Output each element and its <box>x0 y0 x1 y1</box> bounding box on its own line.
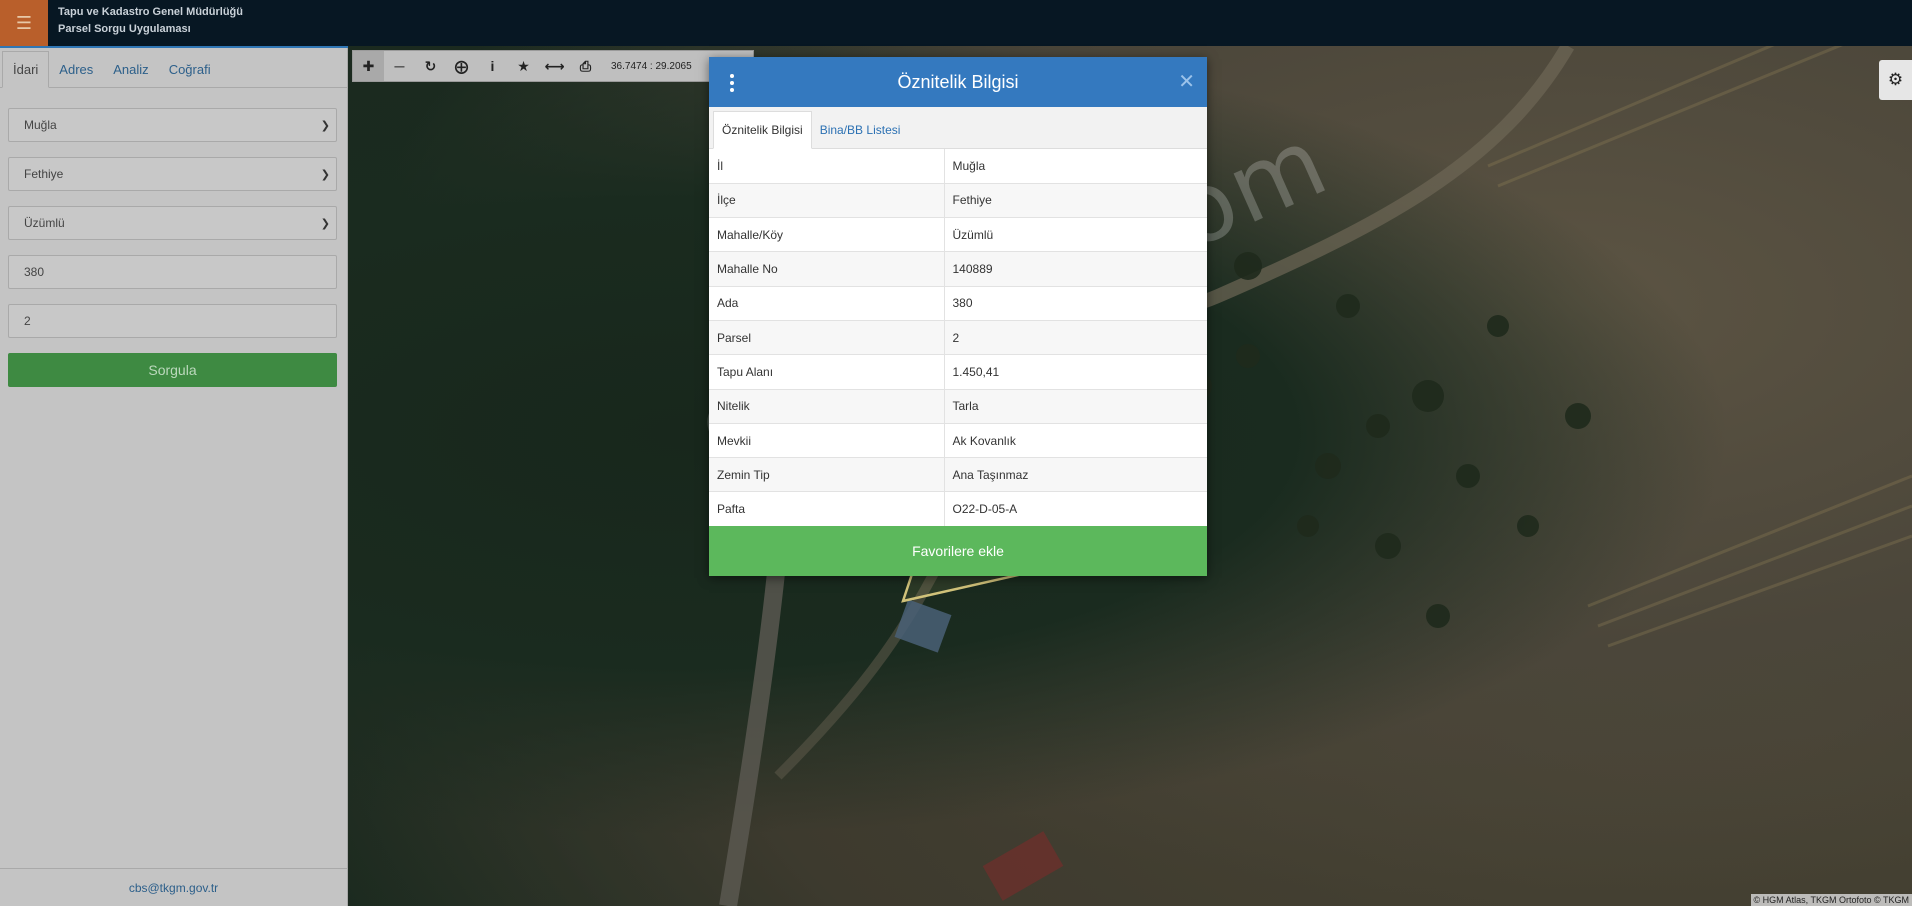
panel-tabs: İdari Adres Analiz Coğrafi <box>0 48 347 88</box>
ada-input-value: 380 <box>24 265 45 279</box>
query-panel: İdari Adres Analiz Coğrafi Muğla ❯ Fethi… <box>0 48 348 906</box>
app-title-line2: Parsel Sorgu Uygulaması <box>58 23 191 35</box>
more-options-icon[interactable] <box>729 72 735 93</box>
table-row: Nitelik Tarla <box>709 389 1207 424</box>
table-row: İlçe Fethiye <box>709 183 1207 219</box>
table-row: Pafta O22-D-05-A <box>709 491 1207 527</box>
crosshair-icon: ⨁ <box>454 57 469 74</box>
print-icon: ⎙ <box>579 57 592 74</box>
table-row: İl Muğla <box>709 149 1207 184</box>
print-button[interactable]: ⎙ <box>570 51 601 81</box>
attr-key: Ada <box>709 286 945 321</box>
mahalle-select-value: Üzümlü <box>24 216 65 230</box>
contact-email-link[interactable]: cbs@tkgm.gov.tr <box>0 868 347 906</box>
chevron-down-icon: ❯ <box>320 218 330 230</box>
table-row: Tapu Alanı 1.450,41 <box>709 354 1207 390</box>
tab-analiz[interactable]: Analiz <box>103 52 158 87</box>
attribute-table: İl Muğla İlçe Fethiye Mahalle/Köy Üzümlü Ma… <box>709 149 1207 527</box>
attr-key: Nitelik <box>709 389 945 424</box>
tab-adres[interactable]: Adres <box>49 52 103 87</box>
attr-key: Mahalle/Köy <box>709 217 945 253</box>
close-icon[interactable]: ✕ <box>1178 69 1195 94</box>
gear-icon: ⚙ <box>1887 70 1904 89</box>
attr-key: İlçe <box>709 183 945 219</box>
dialog-tabs: Öznitelik Bilgisi Bina/BB Listesi <box>709 107 1207 149</box>
table-row: Ada 380 <box>709 286 1207 321</box>
attr-key: Mahalle No <box>709 251 945 287</box>
tab-oznitelik[interactable]: Öznitelik Bilgisi <box>713 111 812 149</box>
favorites-button[interactable]: ★ <box>508 51 539 81</box>
chevron-down-icon: ❯ <box>320 169 330 181</box>
mahalle-select[interactable]: Üzümlü ❯ <box>8 206 337 240</box>
tab-cografi[interactable]: Coğrafi <box>159 52 221 87</box>
attr-value: 380 <box>944 286 1207 321</box>
attr-key: Zemin Tip <box>709 457 945 493</box>
parsel-input-value: 2 <box>24 314 31 328</box>
il-select-value: Muğla <box>24 118 57 132</box>
map-toolbar: ✚ ─ ↻ ⨁ i ★ ⟷ ⎙ 36.7474 : 29.2065 <box>352 50 754 82</box>
app-header: ☰ Tapu ve Kadastro Genel Müdürlüğü Parse… <box>0 0 1912 46</box>
attr-value: 1.450,41 <box>944 354 1207 390</box>
sorgula-button[interactable]: Sorgula <box>8 353 337 387</box>
attribute-dialog: Öznitelik Bilgisi ✕ Öznitelik Bilgisi Bi… <box>709 57 1207 576</box>
plus-icon: ✚ <box>362 57 375 74</box>
refresh-icon: ↻ <box>424 57 437 74</box>
attr-value: Muğla <box>944 149 1207 184</box>
info-button[interactable]: i <box>477 51 508 81</box>
dialog-title: Öznitelik Bilgisi <box>897 71 1019 92</box>
table-row: Parsel 2 <box>709 320 1207 356</box>
attr-value: Ana Taşınmaz <box>944 457 1207 493</box>
ilce-select-value: Fethiye <box>24 167 64 181</box>
refresh-button[interactable]: ↻ <box>415 51 446 81</box>
tab-idari[interactable]: İdari <box>2 51 50 88</box>
attr-key: Parsel <box>709 320 945 356</box>
attr-key: Pafta <box>709 491 945 527</box>
attr-value: O22-D-05-A <box>944 491 1207 527</box>
minus-icon: ─ <box>394 58 405 74</box>
menu-button[interactable]: ☰ <box>0 0 48 46</box>
attr-key: İl <box>709 149 945 184</box>
zoom-out-button[interactable]: ─ <box>384 51 415 81</box>
add-favorite-button[interactable]: Favorilere ekle <box>709 526 1207 576</box>
star-icon: ★ <box>517 57 530 74</box>
dialog-header: Öznitelik Bilgisi ✕ <box>709 57 1207 107</box>
coordinate-readout: 36.7474 : 29.2065 <box>611 60 692 72</box>
attr-value: 2 <box>944 320 1207 356</box>
parsel-input[interactable]: 2 <box>8 304 337 338</box>
zoom-in-button[interactable]: ✚ <box>353 51 384 81</box>
table-row: Zemin Tip Ana Taşınmaz <box>709 457 1207 493</box>
attr-value: Tarla <box>944 389 1207 424</box>
table-row: Mevkii Ak Kovanlık <box>709 423 1207 459</box>
attr-key: Mevkii <box>709 423 945 459</box>
attr-value: Ak Kovanlık <box>944 423 1207 459</box>
attr-value: 140889 <box>944 251 1207 287</box>
chevron-down-icon: ❯ <box>320 120 330 132</box>
locate-button[interactable]: ⨁ <box>446 51 477 81</box>
table-row: Mahalle No 140889 <box>709 251 1207 287</box>
table-row: Mahalle/Köy Üzümlü <box>709 217 1207 253</box>
tab-bina-listesi[interactable]: Bina/BB Listesi <box>812 112 909 148</box>
app-title: Tapu ve Kadastro Genel Müdürlüğü Parsel … <box>58 4 243 38</box>
attr-value: Fethiye <box>944 183 1207 219</box>
query-form: Muğla ❯ Fethiye ❯ Üzümlü ❯ 380 2 Sorgula <box>0 88 347 387</box>
measure-button[interactable]: ⟷ <box>539 51 570 81</box>
settings-button[interactable]: ⚙ <box>1879 60 1912 100</box>
il-select[interactable]: Muğla ❯ <box>8 108 337 142</box>
attr-key: Tapu Alanı <box>709 354 945 390</box>
app-title-line1: Tapu ve Kadastro Genel Müdürlüğü <box>58 6 243 18</box>
info-icon: i <box>490 58 495 74</box>
ada-input[interactable]: 380 <box>8 255 337 289</box>
measure-icon: ⟷ <box>544 57 565 74</box>
ilce-select[interactable]: Fethiye ❯ <box>8 157 337 191</box>
hamburger-icon: ☰ <box>15 12 33 33</box>
attr-value: Üzümlü <box>944 217 1207 253</box>
map-attribution: © HGM Atlas, TKGM Ortofoto © TKGM <box>1750 894 1912 906</box>
